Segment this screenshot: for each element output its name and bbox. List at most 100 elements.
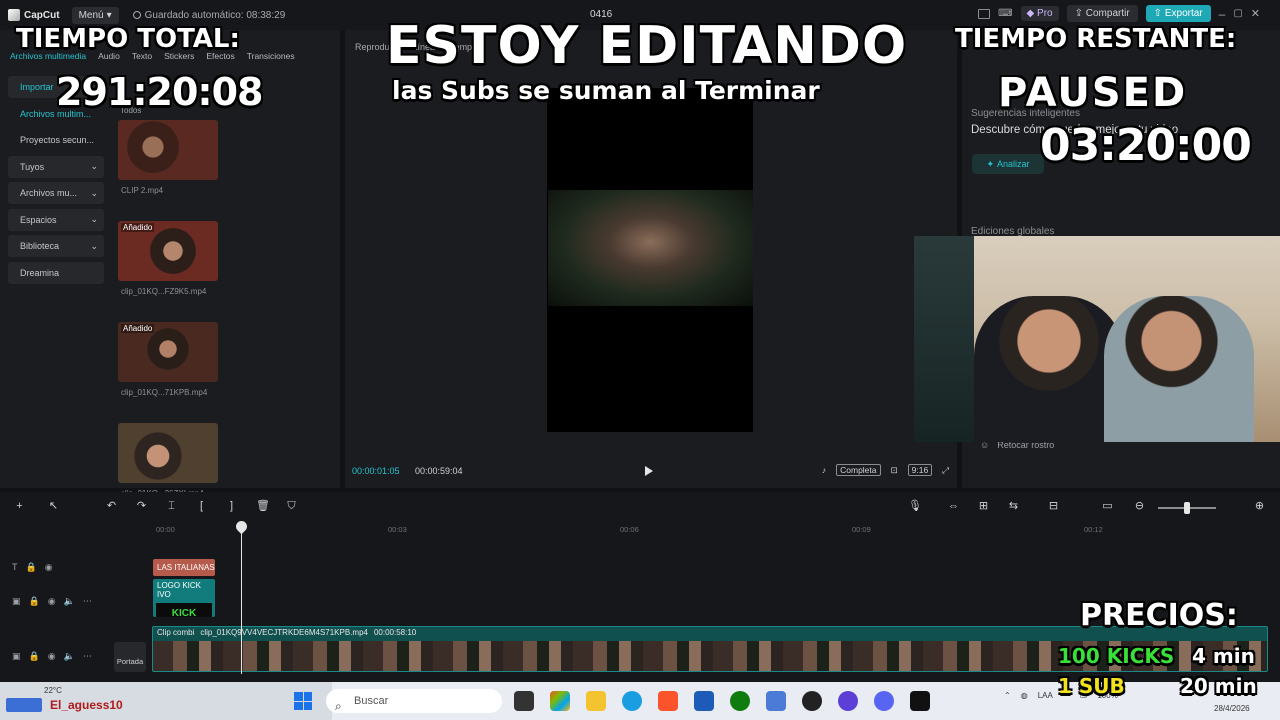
undo-icon[interactable]: ↶ xyxy=(106,501,117,512)
fit-select[interactable]: Completa xyxy=(836,464,881,476)
status-subline: las Subs se suman al Terminar xyxy=(392,76,820,105)
edge-icon[interactable] xyxy=(622,691,642,711)
eye-icon[interactable]: ◉ xyxy=(45,562,53,573)
more-icon[interactable]: ⋯ xyxy=(83,596,92,607)
shield-icon[interactable]: ⛉ xyxy=(286,501,297,512)
taskbar-widget-area: 22°C El_aguess10 xyxy=(0,682,332,720)
playhead[interactable] xyxy=(241,524,242,674)
screenshot-icon[interactable]: ⊡ xyxy=(891,465,898,476)
price-kicks-time: 4 min xyxy=(1192,644,1255,668)
split-icon[interactable]: ⌶ xyxy=(166,501,177,512)
media-thumb[interactable]: Añadido xyxy=(118,221,218,281)
zoom-out-icon[interactable]: ⊖ xyxy=(1134,501,1145,512)
more-icon[interactable]: ⋯ xyxy=(83,651,92,662)
autosave-text: Guardado automático: 08:38:29 xyxy=(144,9,286,21)
audio-icon[interactable]: 🔈 xyxy=(64,596,75,607)
tray-app-icon[interactable]: ◍ xyxy=(1021,691,1028,700)
pro-button[interactable]: ◆ Pro xyxy=(1020,6,1059,21)
lock-icon[interactable]: 🔒 xyxy=(29,596,40,607)
capcut-taskbar-icon[interactable] xyxy=(910,691,930,711)
app-name: CapCut xyxy=(24,9,60,21)
trim-right-icon[interactable]: ] xyxy=(226,501,237,512)
add-icon[interactable]: + xyxy=(14,501,25,512)
nav-media-folder[interactable]: Archivos mu... ⌄ xyxy=(8,182,104,204)
timeline-ruler[interactable]: 00:00 00:03 00:06 00:09 00:12 xyxy=(152,523,1280,537)
nav-label: Dreamina xyxy=(20,267,60,278)
outlook-icon[interactable] xyxy=(766,691,786,711)
video-track-icon: ▣ xyxy=(12,651,21,661)
lock-icon[interactable]: 🔒 xyxy=(29,651,40,662)
chevron-up-icon[interactable]: ⌃ xyxy=(1004,691,1011,700)
ratio-select[interactable]: 9:16 xyxy=(907,464,933,476)
discord-icon[interactable] xyxy=(874,691,894,711)
logo-clip[interactable]: LOGO KICK IVO KICK xyxy=(153,579,215,617)
layout-icon[interactable] xyxy=(978,8,991,19)
nav-library[interactable]: Biblioteca ⌄ xyxy=(8,235,104,257)
link-icon[interactable]: ⇔ xyxy=(948,501,959,512)
play-icon[interactable] xyxy=(645,466,653,476)
remaining-time-value: 03:20:00 xyxy=(1040,120,1252,171)
zoom-slider-knob[interactable] xyxy=(1184,502,1190,514)
text-clip[interactable]: LAS ITALIANAS xyxy=(153,559,215,576)
windows-start-icon[interactable] xyxy=(294,692,312,710)
main-clip-tag: Clip combi xyxy=(157,628,195,637)
brave-icon[interactable] xyxy=(658,691,678,711)
lang-indicator[interactable]: LAA xyxy=(1038,691,1053,700)
taskbar-search[interactable]: ⌕ Buscar xyxy=(326,689,502,713)
delete-icon[interactable]: 🗑 xyxy=(256,501,270,512)
app-icon[interactable] xyxy=(838,691,858,711)
cover-button[interactable]: Portada xyxy=(114,642,146,672)
text-track-controls: T 🔒 ◉ xyxy=(12,562,53,573)
task-view-icon[interactable] xyxy=(514,691,534,711)
audio-icon[interactable]: 🔈 xyxy=(64,651,75,662)
preview-video[interactable] xyxy=(548,190,753,306)
xbox-icon[interactable] xyxy=(730,691,750,711)
minimize-icon[interactable]: – xyxy=(1219,7,1226,21)
menu-label: Menú xyxy=(78,9,104,21)
tab-transitions[interactable]: Transiciones xyxy=(247,51,295,64)
nav-dreamina[interactable]: Dreamina xyxy=(8,261,104,284)
trim-left-icon[interactable]: [ xyxy=(196,501,207,512)
keyboard-icon[interactable]: ⌨ xyxy=(998,8,1012,19)
nav-yours[interactable]: Tuyos ⌄ xyxy=(8,155,104,178)
media-thumb[interactable] xyxy=(118,120,218,180)
file-explorer-icon[interactable] xyxy=(586,691,606,711)
close-icon[interactable]: ✕ xyxy=(1251,7,1260,20)
analyze-label: Analizar xyxy=(997,159,1030,169)
preview-axis-icon[interactable]: ▭ xyxy=(1102,501,1113,512)
obs-icon[interactable] xyxy=(802,691,822,711)
analyze-button[interactable]: ✦ Analizar xyxy=(972,154,1044,174)
taskbar-date[interactable]: 28/4/2026 xyxy=(1214,704,1250,713)
microphone-icon[interactable]: 🎙 xyxy=(908,501,922,512)
maximize-icon[interactable]: ▢ xyxy=(1233,8,1242,19)
magnet-icon[interactable]: ⊞ xyxy=(978,501,989,512)
eye-icon[interactable]: ◉ xyxy=(48,596,56,607)
lock-icon[interactable]: 🔒 xyxy=(26,562,37,573)
chevron-down-icon: ⌄ xyxy=(90,187,98,198)
total-time-label: TIEMPO TOTAL: xyxy=(16,24,240,54)
snap-icon[interactable]: ⇆ xyxy=(1008,501,1019,512)
menu-button[interactable]: Menú ▾ xyxy=(71,6,119,24)
select-icon[interactable]: ↖ xyxy=(48,501,59,512)
copilot-icon[interactable] xyxy=(550,691,570,711)
ruler-tick: 00:12 xyxy=(1084,525,1103,534)
export-button[interactable]: ⇧ Exportar xyxy=(1145,5,1211,22)
nav-label: Importar xyxy=(20,82,54,92)
weather-temperature[interactable]: 22°C xyxy=(44,686,62,695)
eye-icon[interactable]: ◉ xyxy=(48,651,56,662)
split-track-icon[interactable]: ⊟ xyxy=(1048,501,1059,512)
media-thumb[interactable] xyxy=(118,423,218,483)
logo-clip-label: LOGO KICK IVO xyxy=(157,581,202,599)
media-grid: CLIP 2.mp4 Añadido clip_01KQ...FZ9K5.mp4… xyxy=(116,120,226,524)
nav-subprojects[interactable]: Proyectos secun... xyxy=(8,129,104,151)
redo-icon[interactable]: ↷ xyxy=(136,501,147,512)
media-thumb[interactable]: Añadido xyxy=(118,322,218,382)
ruler-tick: 00:03 xyxy=(388,525,407,534)
fullscreen-icon[interactable]: ⤢ xyxy=(942,465,949,476)
zoom-in-icon[interactable]: ⊕ xyxy=(1254,501,1265,512)
nav-spaces[interactable]: Espacios ⌄ xyxy=(8,208,104,231)
share-button[interactable]: ⇪ Compartir xyxy=(1066,5,1138,22)
tiktok-icon[interactable]: ♪ xyxy=(822,465,826,475)
vscode-icon[interactable] xyxy=(694,691,714,711)
media-name: CLIP 2.mp4 xyxy=(121,186,164,195)
